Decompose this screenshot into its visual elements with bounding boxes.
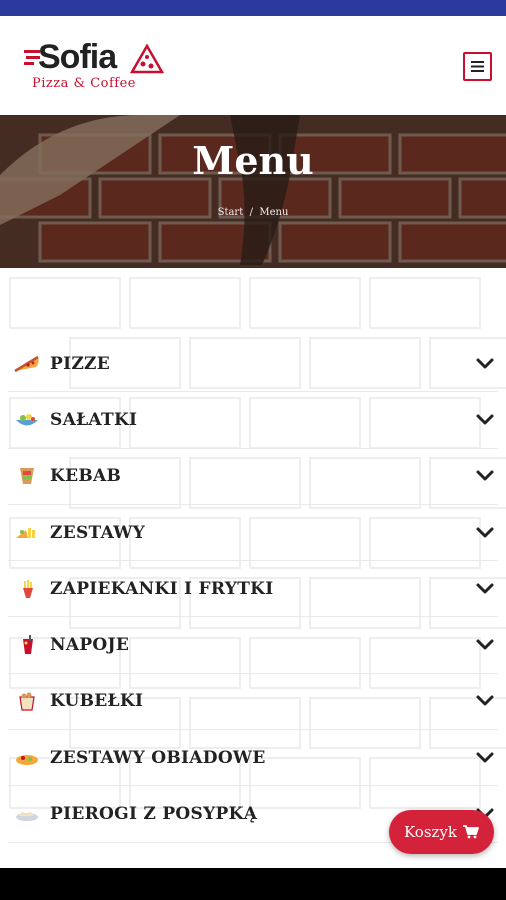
chevron-down-icon[interactable] bbox=[476, 470, 494, 482]
menu-toggle-button[interactable] bbox=[463, 52, 492, 81]
kebab-icon bbox=[12, 464, 42, 488]
chevron-down-icon[interactable] bbox=[476, 695, 494, 707]
chevron-down-icon[interactable] bbox=[476, 527, 494, 539]
fries-icon bbox=[12, 577, 42, 601]
category-item-zestawy[interactable]: ZESTAWY bbox=[8, 505, 498, 562]
dumplings-icon bbox=[12, 802, 42, 826]
category-item-napoje[interactable]: NAPOJE bbox=[8, 617, 498, 674]
site-header: Sofia Pizza & Coffee bbox=[0, 16, 506, 115]
breadcrumb-current: Menu bbox=[259, 207, 289, 218]
logo[interactable]: Sofia Pizza & Coffee bbox=[22, 38, 172, 94]
category-list: PIZZE SAŁATKI KEBAB ZESTAWY ZAPIEKANKI I… bbox=[8, 336, 498, 843]
logo-brand: Sofia bbox=[38, 38, 117, 76]
chevron-down-icon[interactable] bbox=[476, 414, 494, 426]
breadcrumb-home-link[interactable]: Start bbox=[218, 207, 244, 218]
category-label: ZESTAWY OBIADOWE bbox=[50, 747, 266, 768]
pizza-slice-logo-icon bbox=[130, 44, 164, 74]
cart-label: Koszyk bbox=[404, 823, 457, 841]
category-item-salatki[interactable]: SAŁATKI bbox=[8, 392, 498, 449]
category-label: PIEROGI Z POSYPKĄ bbox=[50, 804, 258, 825]
set-icon bbox=[12, 521, 42, 545]
hamburger-icon bbox=[471, 61, 484, 72]
category-item-kebab[interactable]: KEBAB bbox=[8, 449, 498, 505]
category-label: PIZZE bbox=[50, 353, 111, 374]
chevron-down-icon[interactable] bbox=[476, 752, 494, 764]
pizza-icon bbox=[12, 352, 42, 376]
category-item-pizze[interactable]: PIZZE bbox=[8, 336, 498, 393]
category-label: KEBAB bbox=[50, 466, 122, 487]
dinner-icon bbox=[12, 746, 42, 770]
page-title: Menu bbox=[192, 138, 314, 183]
chevron-down-icon[interactable] bbox=[476, 639, 494, 651]
status-bar bbox=[0, 0, 506, 16]
category-label: ZAPIEKANKI I FRYTKI bbox=[50, 578, 274, 599]
category-label: ZESTAWY bbox=[50, 522, 146, 543]
cart-button[interactable]: Koszyk bbox=[389, 810, 494, 854]
logo-tagline: Pizza & Coffee bbox=[32, 76, 136, 91]
system-navigation-bar bbox=[0, 868, 506, 900]
category-item-zestawy-obiadowe[interactable]: ZESTAWY OBIADOWE bbox=[8, 730, 498, 787]
category-label: KUBEŁKI bbox=[50, 691, 144, 712]
chevron-down-icon[interactable] bbox=[476, 358, 494, 370]
bucket-icon bbox=[12, 689, 42, 713]
salad-icon bbox=[12, 408, 42, 432]
menu-content: PIZZE SAŁATKI KEBAB ZESTAWY ZAPIEKANKI I… bbox=[0, 268, 506, 868]
cart-icon bbox=[463, 825, 479, 839]
breadcrumb: Start / Menu bbox=[0, 207, 506, 218]
drink-icon bbox=[12, 633, 42, 657]
category-label: SAŁATKI bbox=[50, 409, 138, 430]
breadcrumb-separator: / bbox=[249, 207, 253, 218]
category-label: NAPOJE bbox=[50, 635, 130, 656]
chevron-down-icon[interactable] bbox=[476, 583, 494, 595]
category-item-zapiekanki-frytki[interactable]: ZAPIEKANKI I FRYTKI bbox=[8, 561, 498, 618]
category-item-kubelki[interactable]: KUBEŁKI bbox=[8, 674, 498, 731]
